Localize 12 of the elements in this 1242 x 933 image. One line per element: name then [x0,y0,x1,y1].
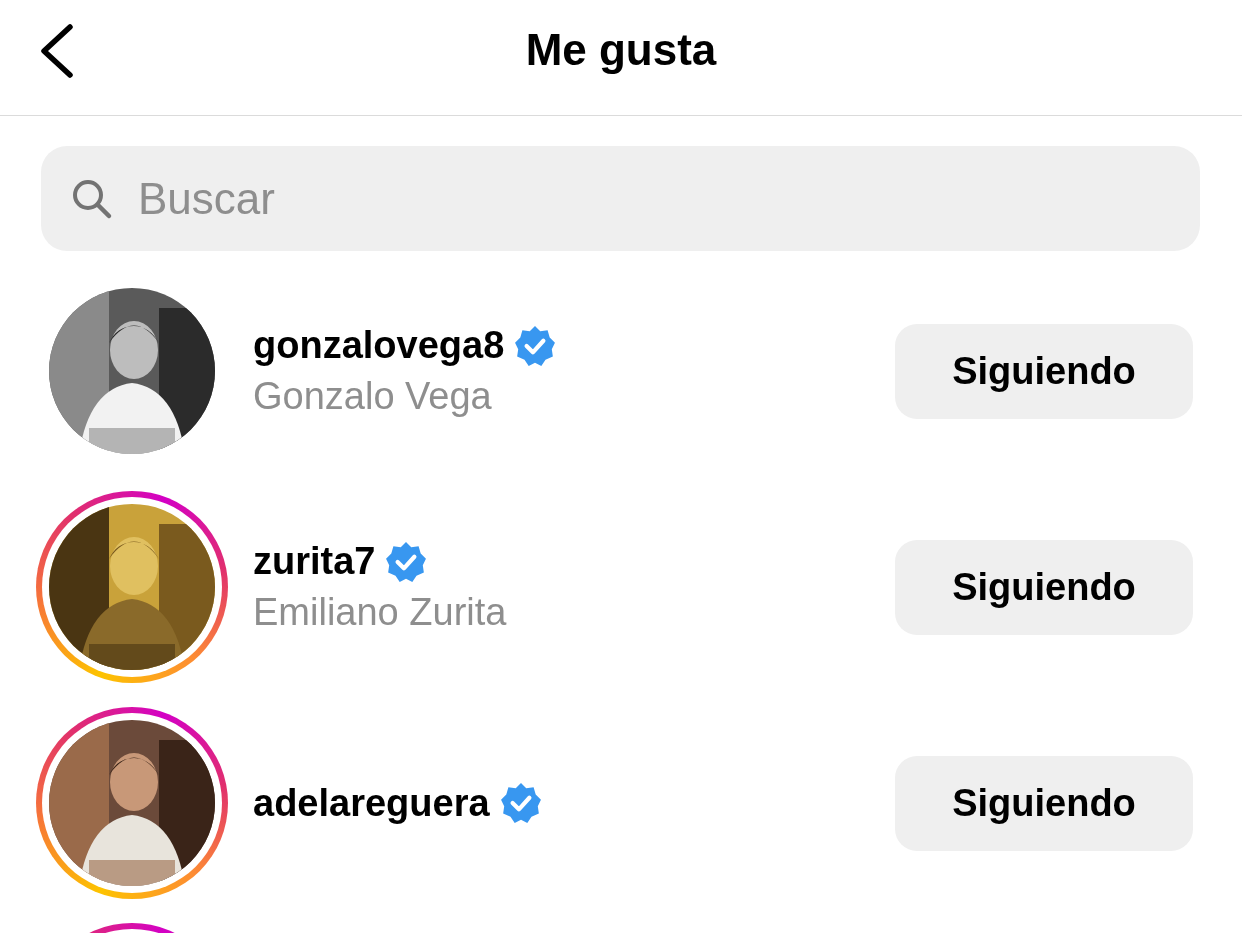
username[interactable]: adelareguera [253,781,490,825]
back-icon[interactable] [38,24,74,78]
following-button[interactable]: Siguiendo [895,539,1193,635]
full-name: Emiliano Zurita [253,591,508,634]
username[interactable]: gonzalovega8 [253,324,505,367]
search-field[interactable]: Buscar [41,146,1200,251]
following-button[interactable]: Siguiendo [895,755,1193,851]
full-name: Gonzalo Vega [253,375,493,418]
page-title: Me gusta [525,24,717,76]
search-icon [71,178,113,220]
following-button[interactable]: Siguiendo [895,323,1193,419]
username[interactable]: zurita7 [253,540,376,583]
